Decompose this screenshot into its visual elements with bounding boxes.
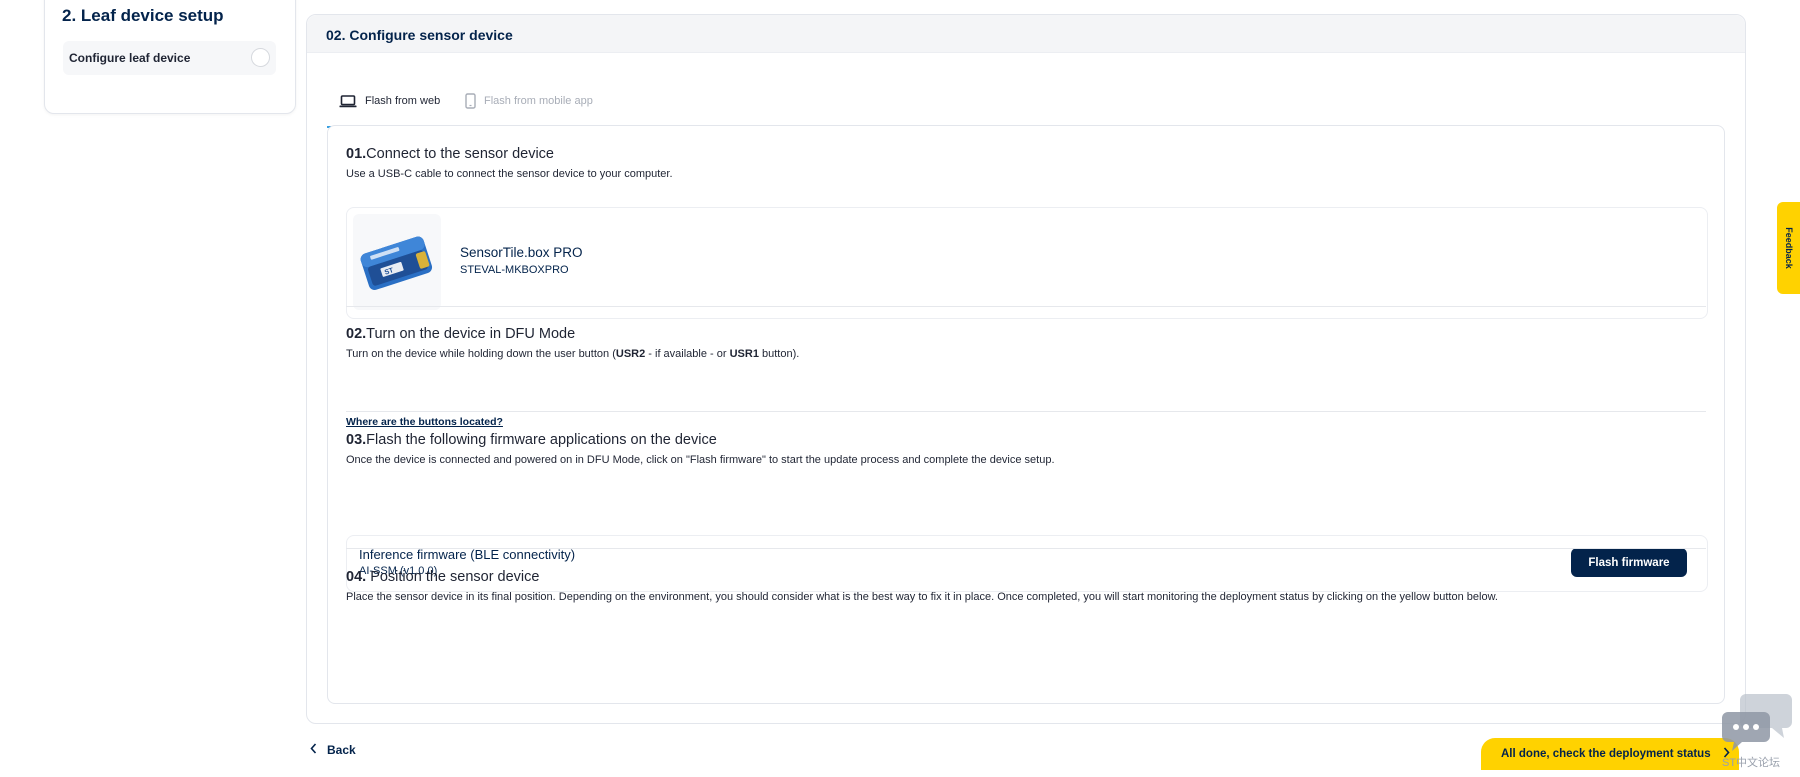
desc-text: Turn on the device while holding down th… <box>346 348 616 360</box>
back-button[interactable]: Back <box>310 743 356 757</box>
firmware-name: Inference firmware (BLE connectivity) <box>359 547 576 562</box>
panel-header <box>307 15 1745 53</box>
device-code: STEVAL-MKBOXPRO <box>460 264 569 276</box>
flash-firmware-button[interactable]: Flash firmware <box>1571 548 1687 577</box>
step-number: 04. <box>346 569 367 585</box>
firmware-card: Inference firmware (BLE connectivity) AI… <box>346 535 1708 592</box>
sidebar-item-label: Configure leaf device <box>69 51 191 65</box>
step-4-description: Place the sensor device in its final pos… <box>346 591 1498 603</box>
divider <box>346 548 1706 549</box>
step-title-text: Flash the following firmware application… <box>366 432 717 448</box>
done-label: All done, check the deployment status <box>1501 748 1711 760</box>
desc-text: - if available - or <box>645 348 730 360</box>
laptop-icon <box>339 94 357 108</box>
steps-container: 01.Connect to the sensor device Use a US… <box>327 125 1725 704</box>
buttons-location-link[interactable]: Where are the buttons located? <box>346 416 503 428</box>
device-image: ST <box>353 214 441 310</box>
step-title-text: Position the sensor device <box>366 569 540 585</box>
step-title-text: Turn on the device in DFU Mode <box>366 326 576 342</box>
sidebar-item-configure-leaf-device[interactable]: Configure leaf device <box>63 41 276 75</box>
step-1-description: Use a USB-C cable to connect the sensor … <box>346 168 673 180</box>
step-2-description: Turn on the device while holding down th… <box>346 348 799 360</box>
scrollbar[interactable] <box>1790 0 1800 777</box>
check-deployment-status-button[interactable]: All done, check the deployment status <box>1481 738 1739 770</box>
step-3-title: 03.Flash the following firmware applicat… <box>346 432 717 448</box>
tab-flash-from-web[interactable]: Flash from web <box>327 76 453 128</box>
sidebar-card: 2. Leaf device setup Configure leaf devi… <box>44 0 296 114</box>
smartphone-icon <box>465 93 476 109</box>
back-label: Back <box>327 743 356 757</box>
button-name-usr2: USR2 <box>615 348 646 360</box>
step-3-description: Once the device is connected and powered… <box>346 454 1055 466</box>
chat-bubbles-icon <box>1722 690 1792 754</box>
chevron-left-icon <box>310 743 317 757</box>
step-4-title: 04. Position the sensor device <box>346 569 539 585</box>
feedback-label: Feedback <box>1783 227 1794 269</box>
forum-watermark: ST中文论坛 <box>1722 757 1781 769</box>
feedback-tab[interactable]: Feedback <box>1777 202 1800 294</box>
device-name: SensorTile.box PRO <box>460 245 583 260</box>
tab-flash-from-mobile-app[interactable]: Flash from mobile app <box>453 76 613 126</box>
step-status-radio <box>251 48 270 67</box>
divider <box>346 411 1706 412</box>
button-name-usr1: USR1 <box>729 348 759 360</box>
tab-label: Flash from mobile app <box>484 95 593 107</box>
device-card: ST SensorTile.box PRO STEVAL-MKBOXPRO <box>346 207 1708 319</box>
tab-label: Flash from web <box>365 95 441 107</box>
step-number: 02. <box>346 326 367 342</box>
step-1-title: 01.Connect to the sensor device <box>346 146 554 162</box>
sidebar-title: 2. Leaf device setup <box>62 6 224 25</box>
step-number: 01. <box>346 146 367 162</box>
step-number: 03. <box>346 432 367 448</box>
panel-title: 02. Configure sensor device <box>326 27 513 43</box>
step-2-title: 02.Turn on the device in DFU Mode <box>346 326 575 342</box>
divider <box>346 306 1706 307</box>
step-title-text: Connect to the sensor device <box>366 146 554 162</box>
desc-text: button). <box>758 348 800 360</box>
configure-sensor-panel: 02. Configure sensor device Flash from w… <box>306 14 1746 724</box>
